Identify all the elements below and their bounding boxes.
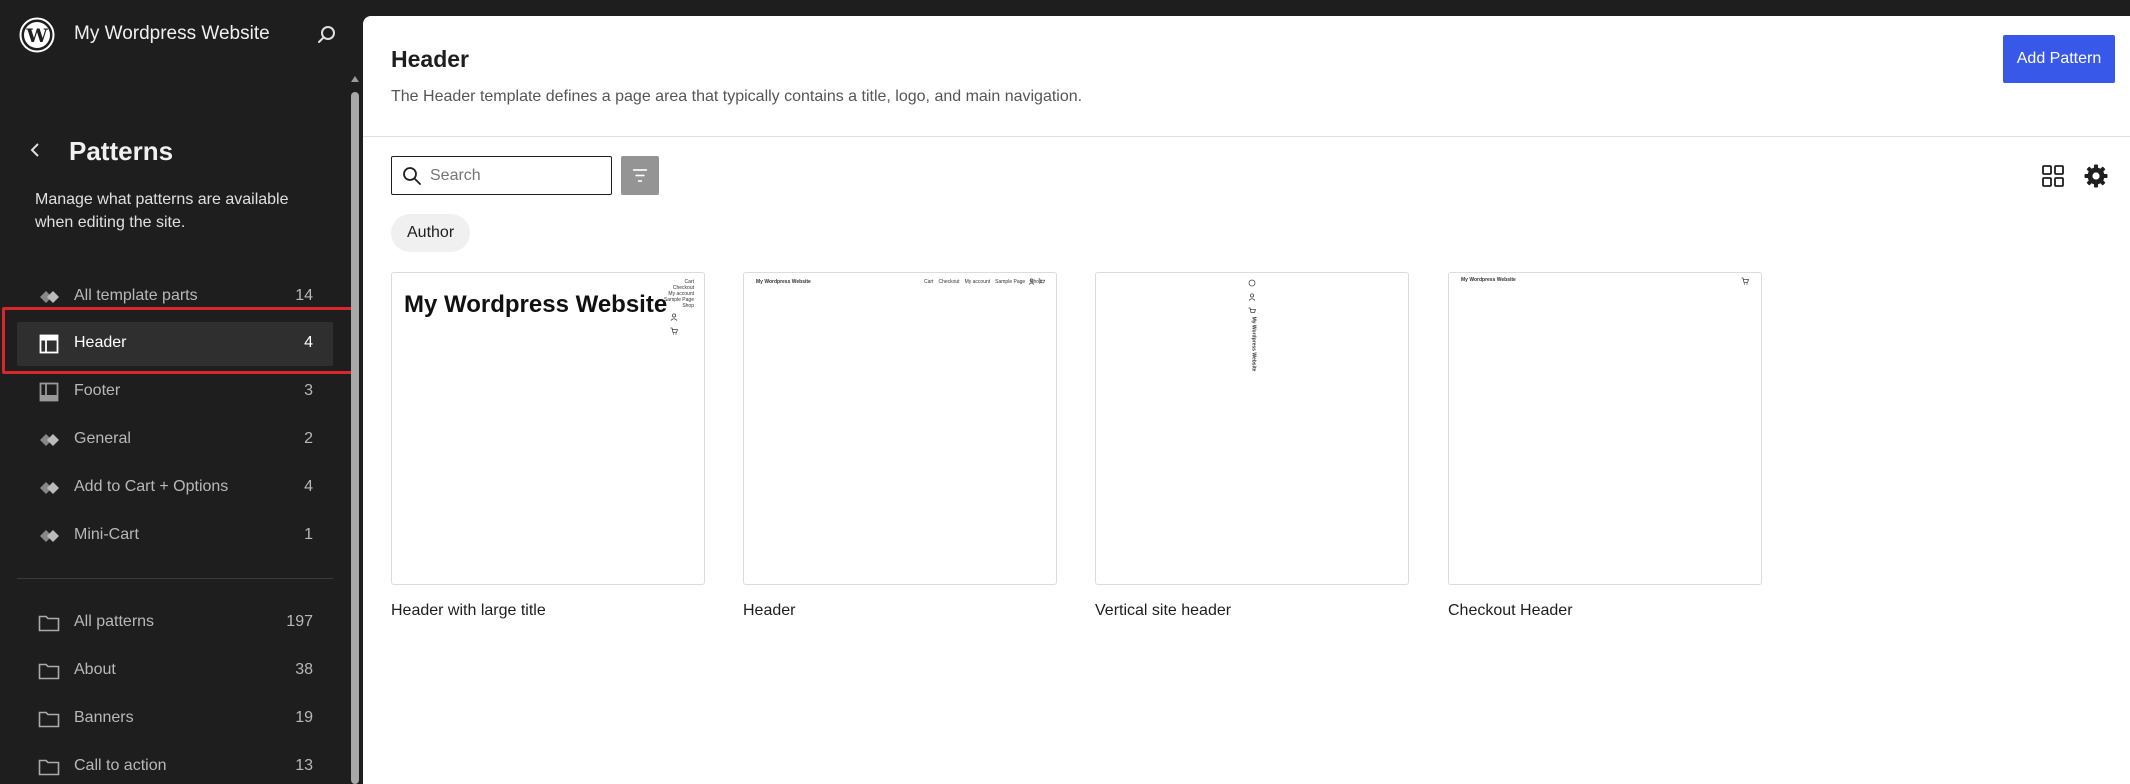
sidebar-item-all-patterns[interactable]: All patterns 197	[17, 601, 333, 645]
pattern-title[interactable]: Checkout Header	[1448, 602, 1573, 620]
filter-button[interactable]	[621, 156, 659, 195]
sidebar-item-count: 13	[295, 757, 313, 774]
sidebar-item-label: All template parts	[74, 287, 198, 304]
diamond-pattern-icon	[40, 291, 59, 303]
search-icon	[403, 167, 421, 185]
sidebar-item-banners[interactable]: Banners 19	[17, 697, 333, 741]
pattern-preview[interactable]: My Wordpress Website Cart Checkout My ac…	[391, 272, 705, 585]
preview-user-icon	[1028, 278, 1035, 285]
sidebar-item-count: 3	[304, 382, 313, 399]
site-hub: W My Wordpress Website	[0, 0, 362, 70]
pattern-title[interactable]: Header	[743, 602, 795, 620]
sidebar-item-label: Mini-Cart	[74, 526, 139, 543]
sidebar-item-call-to-action[interactable]: Call to action 13	[17, 745, 333, 784]
diamond-pattern-icon	[40, 482, 59, 494]
scroll-up-arrow-icon[interactable]	[351, 76, 359, 82]
sidebar-item-label: Call to action	[74, 757, 167, 774]
diamond-pattern-icon	[40, 530, 59, 542]
sidebar-item-label: About	[74, 661, 116, 678]
sidebar-item-count: 19	[295, 709, 313, 726]
page-title: Header	[391, 46, 469, 72]
footer-layout-icon	[39, 382, 59, 402]
preview-nav-item: Cart	[924, 279, 934, 285]
sidebar-item-count: 1	[304, 526, 313, 543]
sidebar-item-count: 14	[295, 287, 313, 304]
scroll-thumb[interactable]	[351, 92, 359, 784]
back-button[interactable]	[24, 138, 46, 162]
pattern-preview[interactable]: My Wordpress Website Cart Checkout My ac…	[743, 272, 1057, 585]
sidebar-description: Manage what patterns are available when …	[35, 191, 289, 231]
search-icon[interactable]	[316, 24, 338, 46]
sidebar-item-header[interactable]: Header 4	[17, 322, 333, 366]
site-editor: W My Wordpress Website Patterns Manage w…	[0, 0, 2130, 784]
preview-cart-icon	[1741, 277, 1749, 285]
author-filter-chip[interactable]: Author	[391, 214, 471, 252]
preview-cart-icon	[1248, 307, 1256, 313]
sidebar-item-count: 197	[286, 613, 313, 630]
sidebar-item-label: General	[74, 430, 131, 447]
preview-nav-item: Checkout	[938, 279, 960, 285]
sidebar-item-count: 2	[304, 430, 313, 447]
chevron-left-icon	[30, 143, 39, 157]
folder-icon	[38, 711, 60, 728]
folder-icon	[38, 615, 60, 632]
sidebar-scrollbar[interactable]	[350, 76, 360, 784]
sidebar-item-about[interactable]: About 38	[17, 649, 333, 693]
site-title[interactable]: My Wordpress Website	[74, 23, 270, 45]
preview-site-title: My Wordpress Website	[756, 279, 811, 285]
preview-nav: Cart Checkout My account Sample Page Sho…	[664, 279, 694, 309]
sidebar-item-count: 4	[304, 478, 313, 495]
sidebar-item-footer[interactable]: Footer 3	[17, 370, 333, 414]
sidebar-title: Patterns	[69, 136, 174, 166]
sidebar: W My Wordpress Website Patterns Manage w…	[0, 0, 362, 784]
preview-site-title: My Wordpress Website	[404, 291, 668, 318]
preview-user-icon	[1248, 293, 1256, 301]
sidebar-item-add-to-cart-options[interactable]: Add to Cart + Options 4	[17, 466, 333, 510]
preview-nav-item: Shop	[682, 303, 694, 309]
diamond-pattern-icon	[40, 434, 59, 446]
page-description: The Header template defines a page area …	[391, 88, 1083, 105]
preview-site-title: My Wordpress Website	[1461, 277, 1516, 283]
wordpress-logo-icon[interactable]: W	[19, 17, 55, 53]
header-layout-icon	[39, 334, 59, 354]
pattern-title[interactable]: Vertical site header	[1095, 602, 1231, 620]
preview-logo-icon	[1248, 279, 1256, 287]
sidebar-item-label: Header	[74, 334, 127, 351]
sidebar-item-label: Add to Cart + Options	[74, 478, 229, 495]
svg-text:W: W	[25, 25, 48, 47]
grid-view-icon[interactable]	[2041, 164, 2065, 188]
preview-nav-item: My account	[964, 279, 991, 285]
pattern-preview[interactable]: My Wordpress Website	[1448, 272, 1762, 585]
gear-icon[interactable]	[2083, 163, 2109, 189]
preview-cart-icon	[670, 327, 678, 335]
search-field[interactable]	[391, 156, 612, 195]
sidebar-item-label: All patterns	[74, 613, 155, 630]
preview-nav-item: Sample Page	[995, 279, 1026, 285]
folder-icon	[38, 759, 60, 776]
sidebar-item-count: 4	[304, 334, 313, 351]
sidebar-item-count: 38	[295, 661, 313, 678]
header-divider	[363, 136, 2130, 137]
preview-user-icon	[670, 313, 678, 321]
pattern-preview[interactable]: My Wordpress Website	[1095, 272, 1409, 585]
sidebar-item-all-template-parts[interactable]: All template parts 14	[17, 275, 333, 319]
sidebar-item-mini-cart[interactable]: Mini-Cart 1	[17, 514, 333, 558]
sidebar-item-label: Banners	[74, 709, 134, 726]
search-input[interactable]	[430, 157, 605, 194]
sidebar-item-general[interactable]: General 2	[17, 418, 333, 462]
preview-cart-icon	[1038, 278, 1045, 284]
folder-icon	[38, 663, 60, 680]
preview-site-title: My Wordpress Website	[1250, 316, 1257, 372]
add-pattern-button[interactable]: Add Pattern	[2003, 35, 2115, 83]
sidebar-item-label: Footer	[74, 382, 121, 399]
main-content: Header The Header template defines a pag…	[363, 16, 2130, 784]
pattern-title[interactable]: Header with large title	[391, 602, 546, 620]
preview-nav: Cart Checkout My account Sample Page Sho…	[924, 279, 1042, 285]
filter-icon	[633, 169, 647, 182]
sidebar-divider	[17, 578, 333, 579]
